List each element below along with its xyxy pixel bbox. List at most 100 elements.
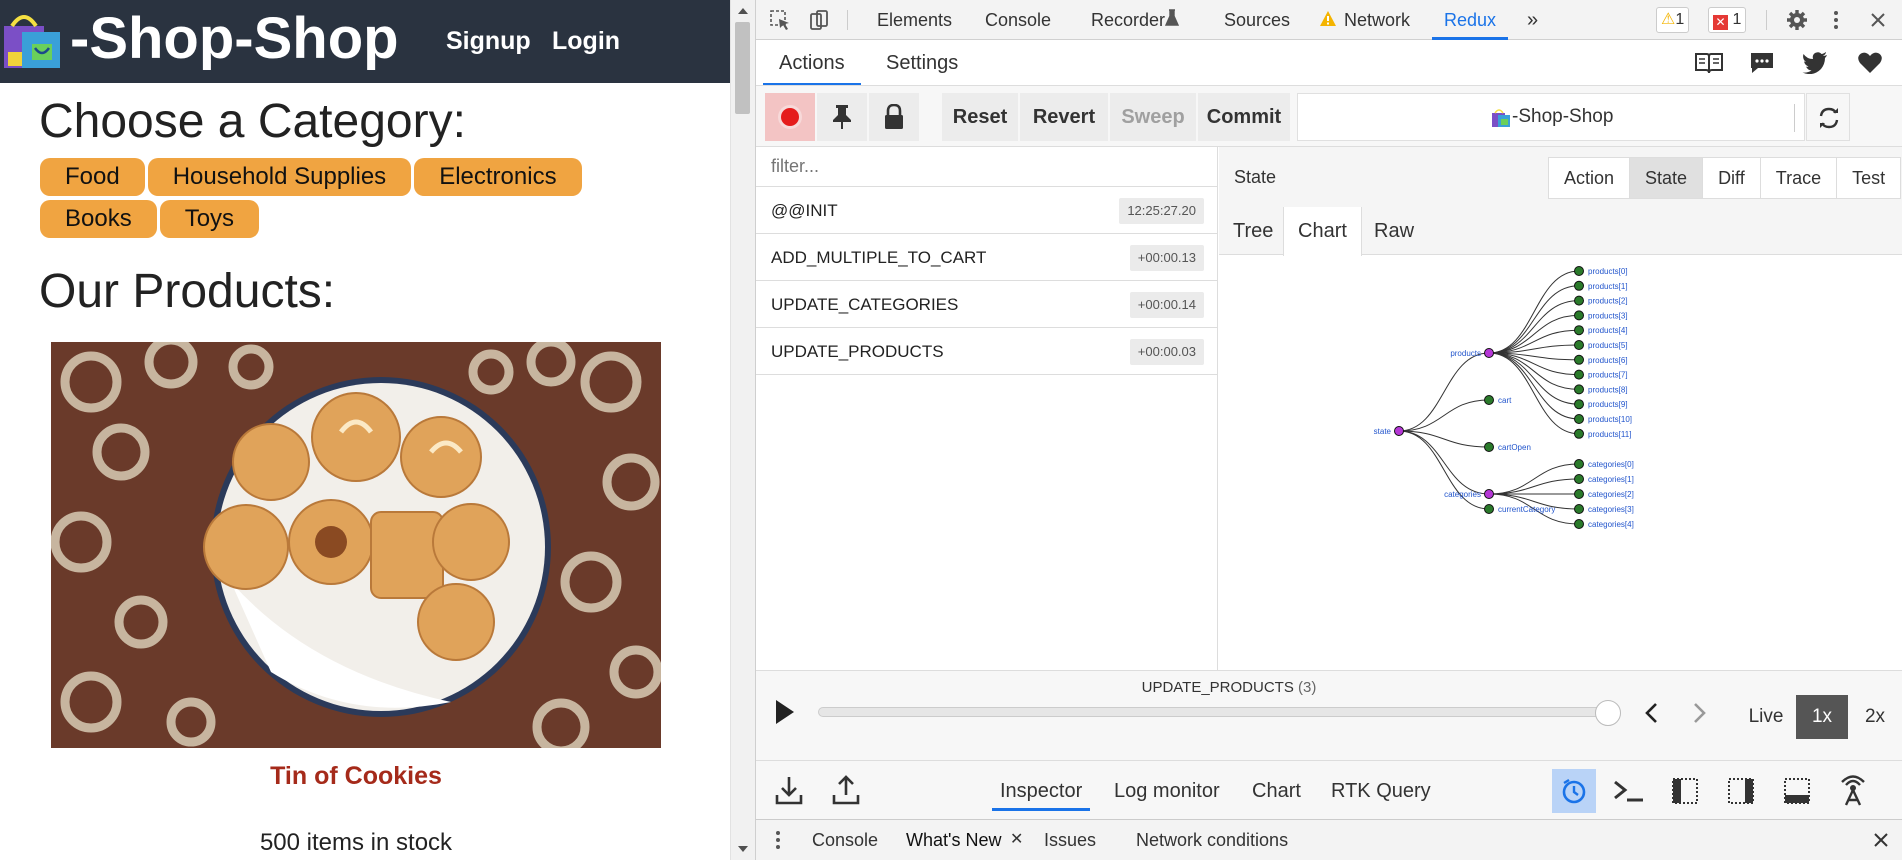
- category-button-toys[interactable]: Toys: [159, 200, 260, 238]
- shop-title[interactable]: -Shop-Shop: [70, 6, 399, 72]
- export-icon[interactable]: [828, 773, 864, 809]
- tree-node-products-6[interactable]: [1574, 354, 1584, 365]
- monitor-tab-chart[interactable]: Chart: [1252, 771, 1301, 811]
- drawer-tab-console[interactable]: Console: [812, 820, 878, 860]
- scroll-up-arrow-icon[interactable]: [738, 8, 748, 14]
- record-button[interactable]: [765, 93, 815, 141]
- remote-antenna-icon[interactable]: [1835, 773, 1871, 809]
- view-tab-chart[interactable]: Chart: [1283, 207, 1362, 256]
- tree-node-products-2[interactable]: [1574, 295, 1584, 306]
- warnings-badge[interactable]: ⚠1: [1656, 7, 1690, 33]
- drawer-tab-whats-new[interactable]: What's New: [906, 820, 1001, 860]
- tab-settings[interactable]: Settings: [877, 41, 967, 85]
- sweep-button[interactable]: Sweep: [1110, 93, 1196, 141]
- speed-2x-button[interactable]: 2x: [1850, 695, 1900, 739]
- product-name-link[interactable]: Tin of Cookies: [0, 762, 712, 791]
- tree-node-products-5[interactable]: [1574, 340, 1584, 350]
- tree-node-products-7[interactable]: [1574, 369, 1584, 380]
- product-image[interactable]: [51, 342, 661, 748]
- category-button-household-supplies[interactable]: Household Supplies: [147, 158, 412, 196]
- drawer-tab-network-conditions[interactable]: Network conditions: [1136, 820, 1288, 860]
- errors-badge[interactable]: ✕ 1: [1708, 7, 1747, 33]
- action-slider-thumb[interactable]: [1595, 700, 1621, 726]
- monitor-tab-inspector[interactable]: Inspector: [992, 771, 1091, 811]
- reset-button[interactable]: Reset: [942, 93, 1018, 141]
- close-drawer-icon[interactable]: [1873, 832, 1889, 848]
- speed-live-button[interactable]: Live: [1738, 695, 1794, 739]
- instance-selector[interactable]: -Shop-Shop: [1297, 93, 1828, 141]
- tree-node-categories-4[interactable]: [1574, 519, 1584, 529]
- dock-right-icon[interactable]: [1723, 773, 1759, 809]
- category-button-food[interactable]: Food: [40, 158, 145, 196]
- tab-actions[interactable]: Actions: [763, 41, 861, 85]
- mode-diff-button[interactable]: Diff: [1703, 158, 1761, 198]
- sponsor-heart-icon[interactable]: [1857, 51, 1883, 75]
- scrollbar-thumb[interactable]: [735, 22, 750, 114]
- action-slider-track[interactable]: [818, 707, 1608, 717]
- tree-node-products[interactable]: [1484, 348, 1494, 358]
- tree-node-products-1[interactable]: [1574, 280, 1584, 291]
- action-row-add-multiple-to-cart[interactable]: ADD_MULTIPLE_TO_CART +00:00.13: [756, 235, 1217, 281]
- tab-sources[interactable]: Sources: [1224, 0, 1290, 40]
- import-icon[interactable]: [771, 773, 807, 809]
- settings-gear-icon[interactable]: [1785, 8, 1809, 32]
- action-row-init[interactable]: @@INIT 12:25:27.20: [756, 188, 1217, 234]
- pin-button[interactable]: [817, 93, 867, 141]
- drawer-tab-issues[interactable]: Issues: [1044, 820, 1096, 860]
- revert-button[interactable]: Revert: [1020, 93, 1108, 141]
- tab-recorder[interactable]: Recorder: [1091, 0, 1165, 40]
- tree-node-products-4[interactable]: [1574, 325, 1584, 336]
- remote-button[interactable]: [1552, 769, 1596, 813]
- mode-action-button[interactable]: Action: [1549, 158, 1631, 198]
- drawer-menu-icon[interactable]: [774, 830, 782, 850]
- inspect-element-icon[interactable]: [768, 8, 792, 32]
- signup-link[interactable]: Signup: [446, 26, 531, 56]
- action-row-update-categories[interactable]: UPDATE_CATEGORIES +00:00.14: [756, 282, 1217, 328]
- docs-book-icon[interactable]: [1694, 51, 1724, 75]
- category-button-books[interactable]: Books: [40, 200, 157, 238]
- category-button-electronics[interactable]: Electronics: [414, 158, 582, 196]
- state-tree-chart[interactable]: products products[0] products[1] products[2…: [1219, 255, 1902, 670]
- tree-node-products-0[interactable]: [1574, 266, 1584, 276]
- twitter-icon[interactable]: [1802, 52, 1828, 74]
- step-back-chevron-icon[interactable]: [1644, 702, 1660, 724]
- monitor-tab-rtk-query[interactable]: RTK Query: [1331, 771, 1431, 811]
- tab-network[interactable]: Network: [1344, 0, 1410, 40]
- tree-node-products-3[interactable]: [1574, 310, 1584, 321]
- tree-node-cartopen[interactable]: [1484, 442, 1494, 452]
- tab-elements[interactable]: Elements: [877, 0, 952, 40]
- action-row-update-products[interactable]: UPDATE_PRODUCTS +00:00.03: [756, 329, 1217, 375]
- tree-node-state[interactable]: [1394, 426, 1404, 436]
- dock-bottom-icon[interactable]: [1779, 773, 1815, 809]
- tree-node-products-10[interactable]: [1574, 414, 1584, 424]
- page-scrollbar[interactable]: [730, 0, 755, 860]
- view-tab-raw[interactable]: Raw: [1360, 207, 1428, 255]
- sync-button[interactable]: [1806, 93, 1850, 141]
- tree-node-categories-1[interactable]: [1574, 474, 1584, 484]
- login-link[interactable]: Login: [552, 26, 620, 56]
- tab-redux[interactable]: Redux: [1432, 0, 1509, 40]
- play-icon[interactable]: [774, 698, 796, 726]
- tree-node-cart[interactable]: [1484, 395, 1494, 405]
- tree-node-categories-2[interactable]: [1574, 489, 1584, 499]
- kebab-menu-icon[interactable]: [1824, 8, 1848, 32]
- tree-node-categories[interactable]: [1484, 489, 1494, 499]
- filter-input[interactable]: [756, 147, 1217, 187]
- tree-node-products-9[interactable]: [1574, 399, 1584, 410]
- monitor-tab-log-monitor[interactable]: Log monitor: [1114, 771, 1220, 811]
- mode-trace-button[interactable]: Trace: [1761, 158, 1838, 198]
- commit-button[interactable]: Commit: [1198, 93, 1290, 141]
- speed-1x-button[interactable]: 1x: [1796, 695, 1848, 739]
- lock-button[interactable]: [869, 93, 919, 141]
- step-forward-chevron-icon[interactable]: [1691, 702, 1707, 724]
- more-tabs-chevron-icon[interactable]: »: [1527, 0, 1538, 40]
- tree-node-products-11[interactable]: [1574, 428, 1584, 439]
- dock-left-icon[interactable]: [1667, 773, 1703, 809]
- tree-node-categories-3[interactable]: [1574, 504, 1584, 514]
- terminal-icon[interactable]: [1611, 773, 1647, 809]
- tree-node-products-8[interactable]: [1574, 384, 1584, 395]
- tree-node-currentcategory[interactable]: [1484, 504, 1494, 514]
- view-tab-tree[interactable]: Tree: [1219, 207, 1287, 255]
- device-toolbar-icon[interactable]: [807, 8, 831, 32]
- mode-state-button[interactable]: State: [1630, 158, 1704, 198]
